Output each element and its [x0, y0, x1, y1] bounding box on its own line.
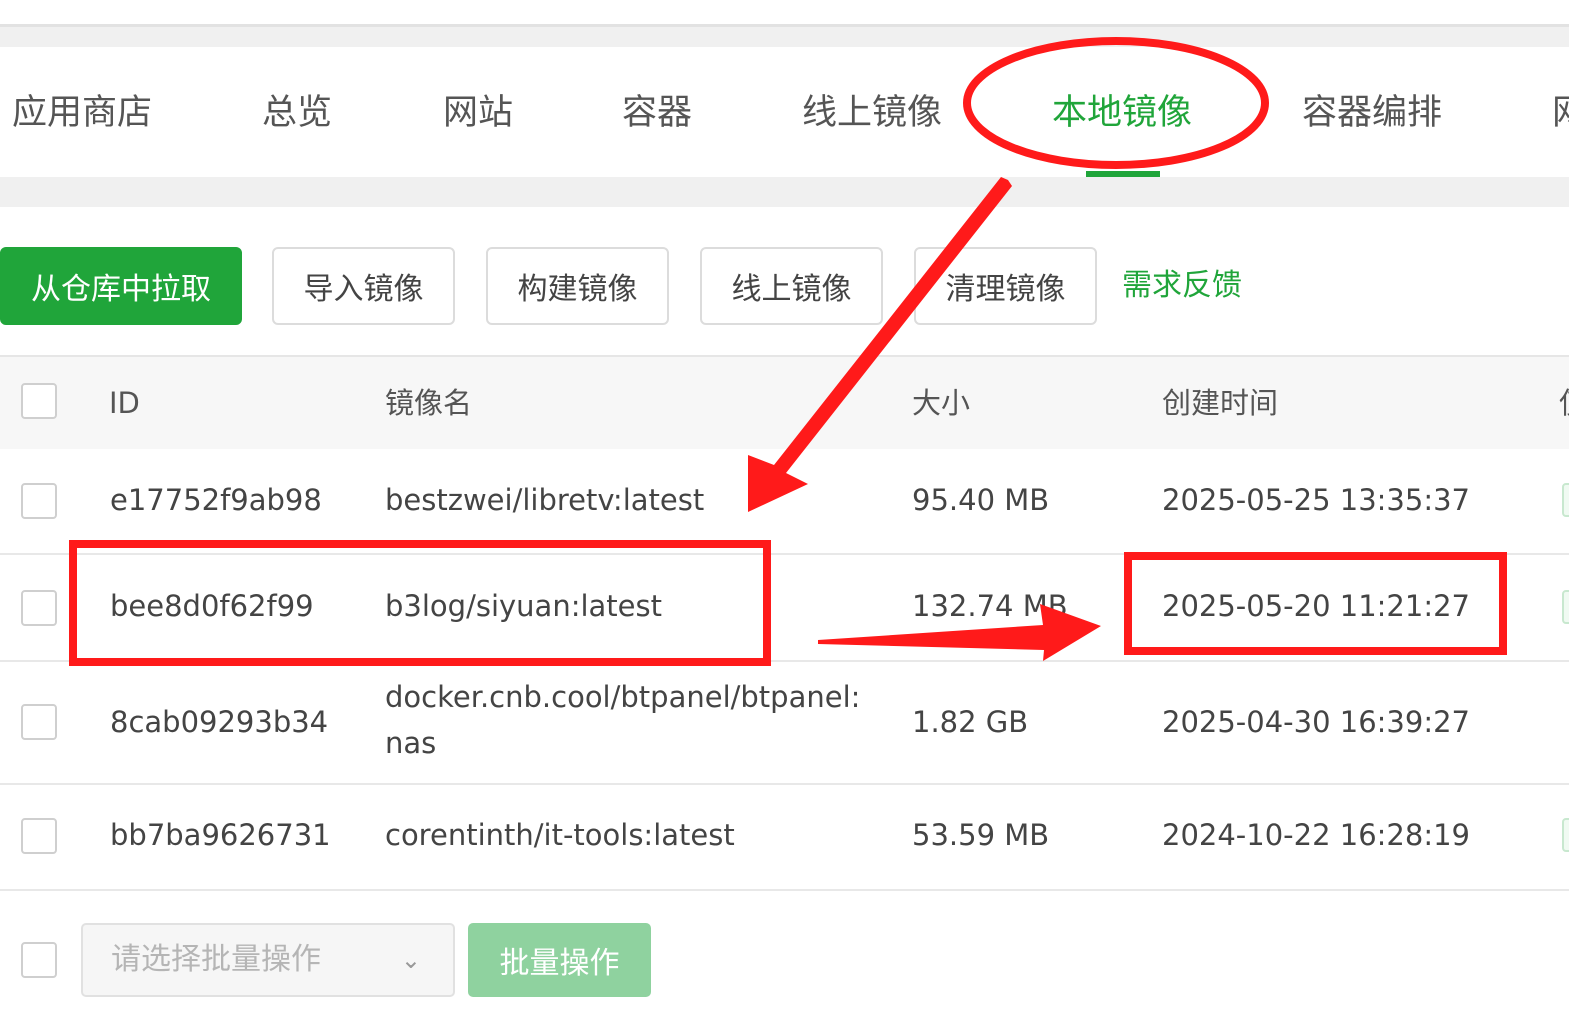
table-row: bb7ba9626731 corentinth/it-tools:latest … — [0, 785, 1569, 891]
image-id: 8cab09293b34 — [110, 705, 329, 739]
image-name: corentinth/it-tools:latest — [385, 818, 735, 852]
image-id: e17752f9ab98 — [110, 483, 322, 517]
pull-from-registry-button[interactable]: 从仓库中拉取 — [0, 247, 242, 325]
chevron-down-icon: ⌄ — [400, 946, 421, 974]
top-strip — [0, 0, 1569, 27]
image-size: 132.74 MB — [912, 589, 1068, 623]
image-created-time: 2024-10-22 16:28:19 — [1162, 818, 1470, 852]
image-created-time: 2025-05-20 11:21:27 — [1162, 589, 1470, 623]
row-checkbox[interactable] — [21, 483, 57, 519]
image-name-continued: nas — [385, 726, 437, 760]
column-header-usage-partial: 使 — [1559, 357, 1569, 449]
row-checkbox[interactable] — [21, 590, 57, 626]
column-header-created: 创建时间 — [1162, 386, 1279, 420]
active-tab-indicator — [1086, 171, 1160, 177]
row-checkbox[interactable] — [21, 818, 57, 854]
image-created-time: 2025-05-25 13:35:37 — [1162, 483, 1470, 517]
batch-operation-select[interactable]: 请选择批量操作 ⌄ — [81, 923, 455, 997]
tab-network-partial[interactable]: 网 — [1552, 47, 1569, 177]
image-created-time: 2025-04-30 16:39:27 — [1162, 705, 1470, 739]
tab-website[interactable]: 网站 — [443, 47, 513, 177]
table-row: bee8d0f62f99 b3log/siyuan:latest 132.74 … — [0, 555, 1569, 662]
table-row: 8cab09293b34 docker.cnb.cool/btpanel/btp… — [0, 662, 1569, 785]
feedback-link[interactable]: 需求反馈 — [1122, 247, 1242, 325]
tab-compose[interactable]: 容器编排 — [1302, 47, 1442, 177]
status-badge — [1562, 590, 1569, 624]
image-id: bee8d0f62f99 — [110, 589, 314, 623]
tab-online-images[interactable]: 线上镜像 — [802, 47, 942, 177]
tab-container[interactable]: 容器 — [622, 47, 692, 177]
tab-bar: 应用商店 总览 网站 容器 线上镜像 本地镜像 容器编排 网 — [0, 47, 1569, 177]
tab-overview[interactable]: 总览 — [262, 47, 332, 177]
import-image-button[interactable]: 导入镜像 — [272, 247, 455, 325]
image-name: docker.cnb.cool/btpanel/btpanel: — [385, 680, 861, 714]
select-all-checkbox[interactable] — [21, 383, 57, 419]
image-name: b3log/siyuan:latest — [385, 589, 662, 623]
clean-images-button[interactable]: 清理镜像 — [914, 247, 1097, 325]
batch-select-all-checkbox[interactable] — [21, 942, 57, 978]
column-header-id: ID — [109, 386, 140, 420]
batch-operation-placeholder: 请选择批量操作 — [111, 942, 321, 977]
tab-app-store[interactable]: 应用商店 — [12, 47, 152, 177]
build-image-button[interactable]: 构建镜像 — [486, 247, 669, 325]
image-size: 53.59 MB — [912, 818, 1050, 852]
column-header-name: 镜像名 — [385, 386, 473, 420]
table-header: ID 镜像名 大小 创建时间 使 — [0, 355, 1569, 451]
image-list-panel: 从仓库中拉取 导入镜像 构建镜像 线上镜像 清理镜像 需求反馈 ID 镜像名 大… — [0, 207, 1569, 1020]
tab-local-images[interactable]: 本地镜像 — [1052, 47, 1192, 177]
status-badge — [1562, 483, 1569, 517]
image-id: bb7ba9626731 — [110, 818, 331, 852]
row-checkbox[interactable] — [21, 704, 57, 740]
image-size: 1.82 GB — [912, 705, 1029, 739]
image-name: bestzwei/libretv:latest — [385, 483, 705, 517]
image-size: 95.40 MB — [912, 483, 1050, 517]
column-header-size: 大小 — [912, 386, 971, 420]
online-image-button[interactable]: 线上镜像 — [700, 247, 883, 325]
batch-operation-button[interactable]: 批量操作 — [468, 923, 651, 997]
table-row: e17752f9ab98 bestzwei/libretv:latest 95.… — [0, 449, 1569, 555]
status-badge — [1562, 818, 1569, 852]
